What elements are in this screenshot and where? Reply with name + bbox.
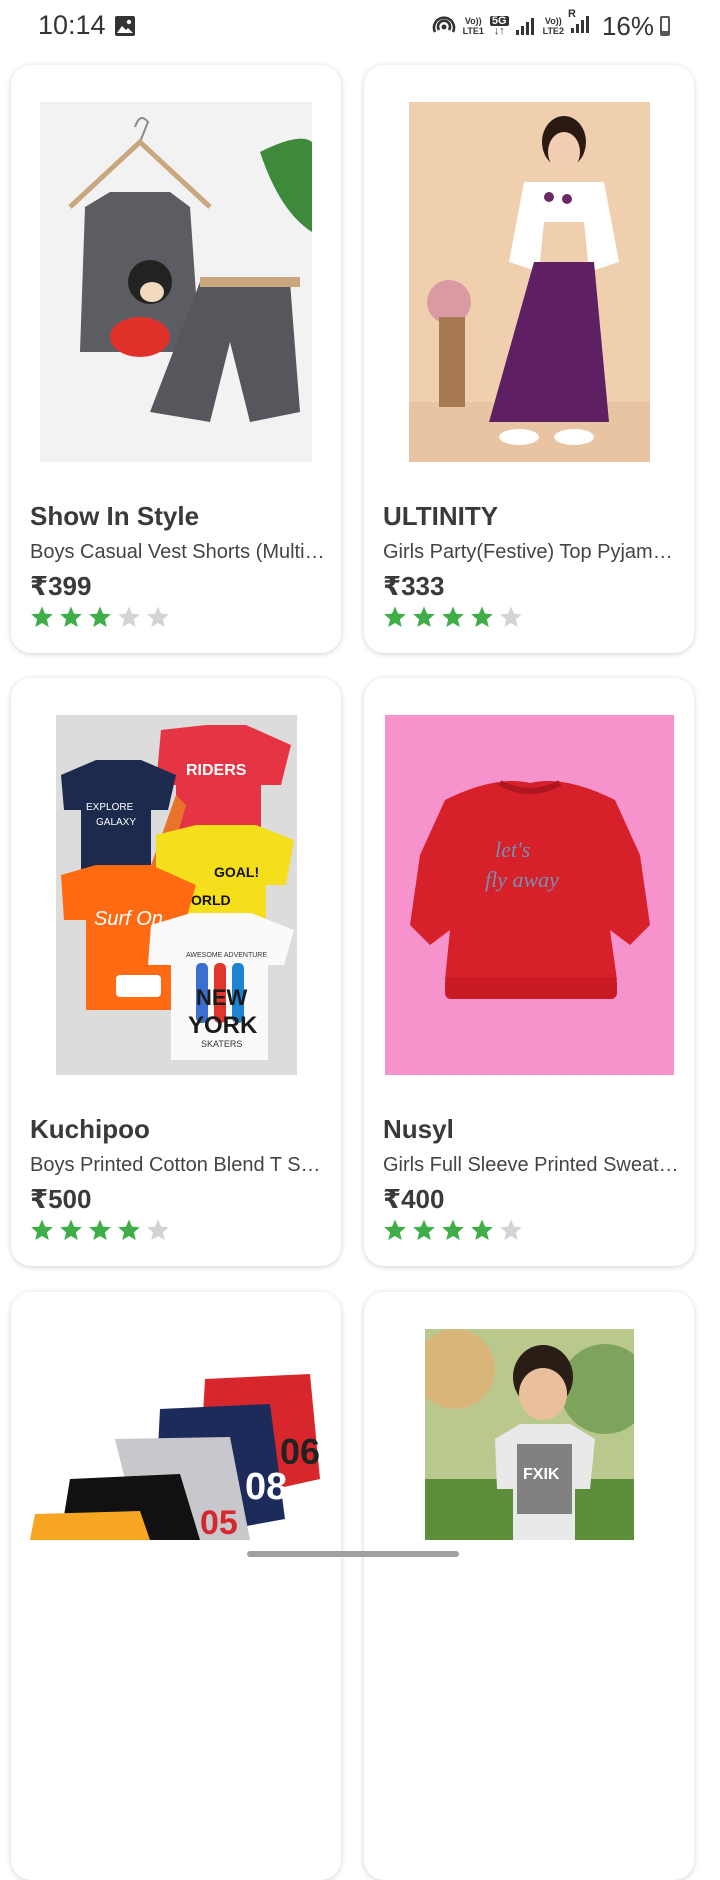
product-card[interactable]: 06 08 05 [11,1292,341,1880]
product-brand: Kuchipoo [30,1114,150,1144]
york-print: YORK [188,1012,258,1039]
product-card[interactable]: let's fly away Nusyl Girls Full Sleeve P… [364,678,694,1266]
product-description: Girls Party(Festive) Top Pyjama Set [383,541,679,563]
riders-print: RIDERS [186,762,247,779]
sim1-volte-label: Vo)) LTE1 [462,16,484,36]
star-filled-icon [31,606,53,627]
star-filled-icon [442,606,464,627]
awesome-print: AWESOME ADVENTURE [186,952,267,959]
product-brand: Show In Style [30,501,200,531]
explore-print: EXPLORE [86,802,134,813]
star-filled-icon [471,606,493,627]
rating-stars [30,1218,170,1242]
star-empty-icon [147,606,169,627]
product-card[interactable]: Show In Style Boys Casual Vest Shorts (M… [11,65,341,653]
star-filled-icon [31,1219,53,1240]
star-filled-icon [384,1219,406,1240]
star-filled-icon [89,606,111,627]
orld-print: ORLD [191,892,231,908]
product-price: ₹333 [383,571,445,601]
star-filled-icon [442,1219,464,1240]
star-filled-icon [118,1219,140,1240]
girl-top-pyjama-photo [409,102,650,462]
product-description: Boys Printed Cotton Blend T Shirt [30,1154,326,1176]
printed-tshirts-collage: RIDERS EXPLORE GALAXY GOAL! ORLD Surf On… [56,715,297,1075]
star-filled-icon [413,606,435,627]
star-empty-icon [147,1219,169,1240]
lets-print: let's [495,837,530,862]
star-empty-icon [118,606,140,627]
status-time: 10:14 [38,10,106,40]
product-image[interactable]: let's fly away [385,715,674,1075]
star-empty-icon [500,1219,522,1240]
status-icons: Vo)) LTE1 5G ↓↑ Vo)) LTE2 R 16% [431,8,670,41]
sim2-volte-label: Vo)) LTE2 [542,16,564,36]
product-brand: ULTINITY [383,501,499,531]
rating-stars [383,1218,523,1242]
red-sweatshirt-photo: let's fly away [385,715,674,1075]
star-filled-icon [384,606,406,627]
star-empty-icon [500,606,522,627]
battery-icon [660,16,670,36]
star-filled-icon [60,1219,82,1240]
boy-printed-tshirt-photo: FXIK [425,1329,634,1540]
product-price: ₹400 [383,1184,445,1214]
new-print: NEW [196,985,248,1010]
rating-stars [383,605,523,629]
gallery-notification-icon [115,16,135,36]
shorts-stack-photo: 06 08 05 [30,1329,340,1540]
skaters-print: SKATERS [201,1039,242,1049]
product-card[interactable]: RIDERS EXPLORE GALAXY GOAL! ORLD Surf On… [11,678,341,1266]
product-price: ₹399 [30,571,92,601]
goal-print: GOAL! [214,864,259,880]
status-bar: 10:14 Vo)) LTE1 5G ↓↑ Vo)) LTE2 R 16% [0,0,720,52]
product-image[interactable]: 06 08 05 [30,1329,340,1540]
roaming-label: R [567,7,576,20]
product-brand: Nusyl [383,1114,454,1144]
product-description: Girls Full Sleeve Printed Sweatshirt [383,1154,679,1176]
product-price: ₹500 [30,1184,92,1214]
product-description: Boys Casual Vest Shorts (Multicolor) [30,541,326,563]
product-image[interactable] [409,102,650,462]
star-filled-icon [60,606,82,627]
hotspot-icon [432,16,455,33]
product-image[interactable] [40,102,312,462]
product-card[interactable]: FXIK [364,1292,694,1880]
5g-badge: 5G ↓↑ [489,15,509,37]
shorts-number-08: 08 [245,1466,287,1508]
shorts-number-05: 05 [200,1504,238,1540]
galaxy-print: GALAXY [96,817,136,828]
product-image[interactable]: RIDERS EXPLORE GALAXY GOAL! ORLD Surf On… [56,715,297,1075]
star-filled-icon [413,1219,435,1240]
vest-shorts-illustration [40,102,312,462]
star-filled-icon [471,1219,493,1240]
signal-strength-icon-sim1 [515,18,534,35]
fxik-print: FXIK [523,1466,560,1483]
home-indicator[interactable] [247,1551,459,1557]
fly-away-print: fly away [485,867,559,892]
star-filled-icon [89,1219,111,1240]
battery-percentage: 16% [601,10,654,41]
product-image[interactable]: FXIK [425,1329,634,1540]
signal-strength-icon-sim2: R [568,8,592,39]
rating-stars [30,605,170,629]
product-card[interactable]: ULTINITY Girls Party(Festive) Top Pyjama… [364,65,694,653]
